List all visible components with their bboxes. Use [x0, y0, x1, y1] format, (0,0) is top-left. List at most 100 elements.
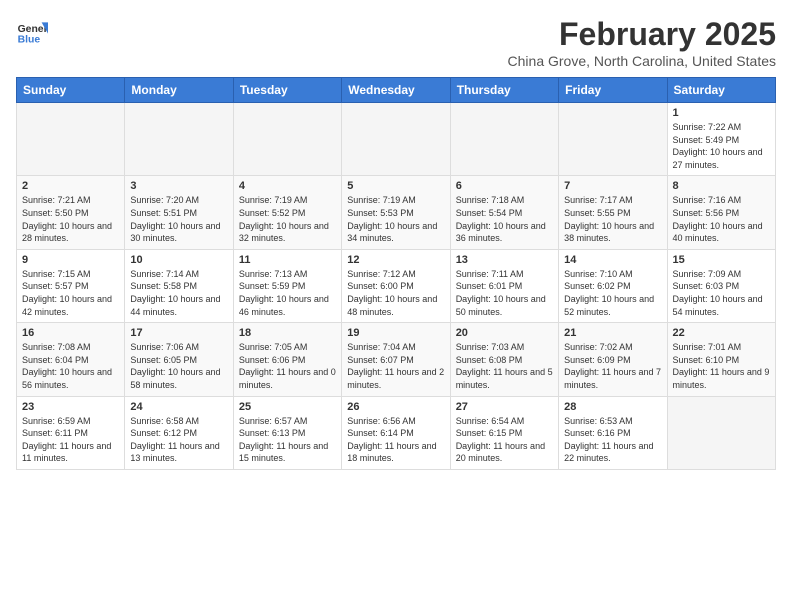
day-number: 2 — [22, 180, 119, 192]
day-info: Sunrise: 7:03 AM Sunset: 6:08 PM Dayligh… — [456, 341, 553, 391]
day-number: 12 — [347, 254, 444, 266]
day-info: Sunrise: 7:08 AM Sunset: 6:04 PM Dayligh… — [22, 341, 119, 391]
day-number: 7 — [564, 180, 661, 192]
day-number: 1 — [673, 107, 770, 119]
page-header: General Blue February 2025 China Grove, … — [16, 16, 776, 69]
calendar-cell: 14 Sunrise: 7:10 AM Sunset: 6:02 PM Dayli… — [559, 249, 667, 322]
day-info: Sunrise: 7:05 AM Sunset: 6:06 PM Dayligh… — [239, 341, 336, 391]
calendar-cell: 13 Sunrise: 7:11 AM Sunset: 6:01 PM Dayli… — [450, 249, 558, 322]
day-info: Sunrise: 7:21 AM Sunset: 5:50 PM Dayligh… — [22, 194, 119, 244]
day-number: 8 — [673, 180, 770, 192]
day-info: Sunrise: 7:09 AM Sunset: 6:03 PM Dayligh… — [673, 268, 770, 318]
day-info: Sunrise: 7:12 AM Sunset: 6:00 PM Dayligh… — [347, 268, 444, 318]
day-number: 9 — [22, 254, 119, 266]
day-info: Sunrise: 7:10 AM Sunset: 6:02 PM Dayligh… — [564, 268, 661, 318]
day-number: 15 — [673, 254, 770, 266]
calendar-cell: 22 Sunrise: 7:01 AM Sunset: 6:10 PM Dayli… — [667, 323, 775, 396]
day-info: Sunrise: 6:53 AM Sunset: 6:16 PM Dayligh… — [564, 415, 661, 465]
calendar-cell — [125, 103, 233, 176]
calendar-cell: 16 Sunrise: 7:08 AM Sunset: 6:04 PM Dayli… — [17, 323, 125, 396]
day-number: 23 — [22, 401, 119, 413]
calendar-week-row: 2 Sunrise: 7:21 AM Sunset: 5:50 PM Daylig… — [17, 176, 776, 249]
day-info: Sunrise: 7:15 AM Sunset: 5:57 PM Dayligh… — [22, 268, 119, 318]
calendar-cell: 2 Sunrise: 7:21 AM Sunset: 5:50 PM Daylig… — [17, 176, 125, 249]
calendar-cell — [450, 103, 558, 176]
day-header-wednesday: Wednesday — [342, 78, 450, 103]
day-number: 16 — [22, 327, 119, 339]
title-block: February 2025 China Grove, North Carolin… — [508, 16, 776, 69]
day-number: 19 — [347, 327, 444, 339]
location: China Grove, North Carolina, United Stat… — [508, 53, 776, 69]
calendar-cell: 10 Sunrise: 7:14 AM Sunset: 5:58 PM Dayli… — [125, 249, 233, 322]
day-number: 4 — [239, 180, 336, 192]
calendar-cell: 8 Sunrise: 7:16 AM Sunset: 5:56 PM Daylig… — [667, 176, 775, 249]
day-info: Sunrise: 7:02 AM Sunset: 6:09 PM Dayligh… — [564, 341, 661, 391]
day-number: 14 — [564, 254, 661, 266]
day-number: 28 — [564, 401, 661, 413]
day-info: Sunrise: 6:59 AM Sunset: 6:11 PM Dayligh… — [22, 415, 119, 465]
logo-icon: General Blue — [16, 16, 48, 48]
month-title: February 2025 — [508, 16, 776, 53]
day-info: Sunrise: 6:57 AM Sunset: 6:13 PM Dayligh… — [239, 415, 336, 465]
day-number: 10 — [130, 254, 227, 266]
calendar-cell: 4 Sunrise: 7:19 AM Sunset: 5:52 PM Daylig… — [233, 176, 341, 249]
day-number: 25 — [239, 401, 336, 413]
calendar-cell: 25 Sunrise: 6:57 AM Sunset: 6:13 PM Dayli… — [233, 396, 341, 469]
day-header-thursday: Thursday — [450, 78, 558, 103]
day-info: Sunrise: 7:01 AM Sunset: 6:10 PM Dayligh… — [673, 341, 770, 391]
calendar-cell — [233, 103, 341, 176]
day-info: Sunrise: 7:19 AM Sunset: 5:52 PM Dayligh… — [239, 194, 336, 244]
calendar-cell: 1 Sunrise: 7:22 AM Sunset: 5:49 PM Daylig… — [667, 103, 775, 176]
calendar-cell — [17, 103, 125, 176]
day-number: 26 — [347, 401, 444, 413]
day-info: Sunrise: 7:14 AM Sunset: 5:58 PM Dayligh… — [130, 268, 227, 318]
day-number: 24 — [130, 401, 227, 413]
day-info: Sunrise: 7:17 AM Sunset: 5:55 PM Dayligh… — [564, 194, 661, 244]
day-info: Sunrise: 7:04 AM Sunset: 6:07 PM Dayligh… — [347, 341, 444, 391]
day-number: 20 — [456, 327, 553, 339]
day-info: Sunrise: 7:19 AM Sunset: 5:53 PM Dayligh… — [347, 194, 444, 244]
calendar-cell — [342, 103, 450, 176]
day-info: Sunrise: 6:58 AM Sunset: 6:12 PM Dayligh… — [130, 415, 227, 465]
calendar-week-row: 23 Sunrise: 6:59 AM Sunset: 6:11 PM Dayli… — [17, 396, 776, 469]
calendar-cell: 23 Sunrise: 6:59 AM Sunset: 6:11 PM Dayli… — [17, 396, 125, 469]
day-info: Sunrise: 7:16 AM Sunset: 5:56 PM Dayligh… — [673, 194, 770, 244]
calendar-cell: 26 Sunrise: 6:56 AM Sunset: 6:14 PM Dayli… — [342, 396, 450, 469]
svg-text:General: General — [18, 24, 48, 35]
day-number: 21 — [564, 327, 661, 339]
calendar-cell: 9 Sunrise: 7:15 AM Sunset: 5:57 PM Daylig… — [17, 249, 125, 322]
day-info: Sunrise: 6:54 AM Sunset: 6:15 PM Dayligh… — [456, 415, 553, 465]
day-number: 27 — [456, 401, 553, 413]
day-number: 5 — [347, 180, 444, 192]
day-number: 11 — [239, 254, 336, 266]
calendar-table: SundayMondayTuesdayWednesdayThursdayFrid… — [16, 77, 776, 470]
calendar-cell: 5 Sunrise: 7:19 AM Sunset: 5:53 PM Daylig… — [342, 176, 450, 249]
day-number: 18 — [239, 327, 336, 339]
calendar-cell: 7 Sunrise: 7:17 AM Sunset: 5:55 PM Daylig… — [559, 176, 667, 249]
day-info: Sunrise: 6:56 AM Sunset: 6:14 PM Dayligh… — [347, 415, 444, 465]
day-number: 22 — [673, 327, 770, 339]
calendar-cell: 11Sunrise: 7:13 AM Sunset: 5:59 PM Dayli… — [233, 249, 341, 322]
calendar-cell: 20 Sunrise: 7:03 AM Sunset: 6:08 PM Dayli… — [450, 323, 558, 396]
day-header-sunday: Sunday — [17, 78, 125, 103]
day-number: 13 — [456, 254, 553, 266]
day-info: Sunrise: 7:11 AM Sunset: 6:01 PM Dayligh… — [456, 268, 553, 318]
calendar-header-row: SundayMondayTuesdayWednesdayThursdayFrid… — [17, 78, 776, 103]
calendar-cell — [667, 396, 775, 469]
calendar-cell: 27 Sunrise: 6:54 AM Sunset: 6:15 PM Dayli… — [450, 396, 558, 469]
calendar-cell: 18 Sunrise: 7:05 AM Sunset: 6:06 PM Dayli… — [233, 323, 341, 396]
svg-text:Blue: Blue — [18, 34, 41, 45]
calendar-week-row: 1 Sunrise: 7:22 AM Sunset: 5:49 PM Daylig… — [17, 103, 776, 176]
logo: General Blue — [16, 16, 48, 48]
day-info: Sunrise: 7:22 AM Sunset: 5:49 PM Dayligh… — [673, 121, 770, 171]
day-header-monday: Monday — [125, 78, 233, 103]
calendar-cell: 21 Sunrise: 7:02 AM Sunset: 6:09 PM Dayli… — [559, 323, 667, 396]
day-header-tuesday: Tuesday — [233, 78, 341, 103]
calendar-cell: 6Sunrise: 7:18 AM Sunset: 5:54 PM Daylig… — [450, 176, 558, 249]
day-header-friday: Friday — [559, 78, 667, 103]
day-number: 17 — [130, 327, 227, 339]
calendar-cell: 3Sunrise: 7:20 AM Sunset: 5:51 PM Daylig… — [125, 176, 233, 249]
calendar-cell: 24 Sunrise: 6:58 AM Sunset: 6:12 PM Dayli… — [125, 396, 233, 469]
calendar-cell: 19 Sunrise: 7:04 AM Sunset: 6:07 PM Dayli… — [342, 323, 450, 396]
calendar-cell: 15 Sunrise: 7:09 AM Sunset: 6:03 PM Dayli… — [667, 249, 775, 322]
